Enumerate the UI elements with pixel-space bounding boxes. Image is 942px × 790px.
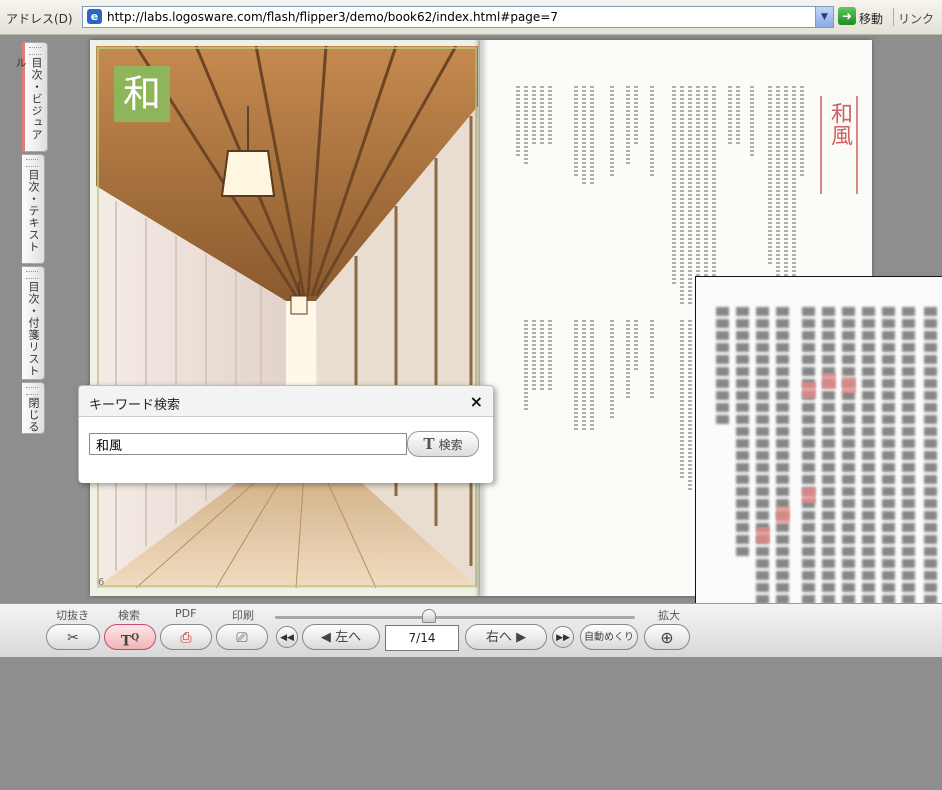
next-page-button[interactable]: 右へ ▶ [465,624,547,650]
section-heading: 和風 [820,96,858,194]
book-page-left[interactable]: 和 6 [90,40,480,596]
toolbar-divider [893,8,894,26]
section-heading-text: 和風 [827,102,852,146]
prev-arrow-icon: ◀ [320,630,331,645]
first-page-icon[interactable]: ◀◀ [276,626,298,648]
search-button-label: 検索 [438,438,463,452]
corridor-illustration [96,46,478,588]
tab-close[interactable]: 閉じる [22,382,45,434]
grip-icon [29,47,41,55]
dialog-title: キーワード検索 [89,398,181,413]
pdf-label: PDF [175,607,197,620]
text-search-icon[interactable]: TQ [104,624,156,650]
search-input[interactable] [89,433,407,455]
scissors-icon[interactable]: ✂ [46,624,100,650]
section-badge: 和 [114,66,170,122]
tab-label: 目次・テキスト [27,169,40,253]
side-tabs: 目次・ビジュアル 目次・テキスト 目次・付箋リスト 閉じる [14,42,48,442]
print-label: 印刷 [232,609,254,622]
page-number: 6 [98,577,105,588]
prev-page-button[interactable]: ◀ 左へ [302,624,380,650]
url-dropdown-icon[interactable]: ▼ [815,6,834,28]
printer-icon[interactable]: ⎚ [216,624,268,650]
links-menu[interactable]: リンク [898,10,934,27]
address-label: アドレス(D) [6,12,73,26]
last-page-icon[interactable]: ▶▶ [552,626,574,648]
next-label: 右へ [485,630,512,645]
text-search-icon: T [423,435,435,453]
go-button[interactable]: 移動 [859,10,883,27]
tab-toc-text[interactable]: 目次・テキスト [22,154,45,264]
search-button[interactable]: T 検索 [407,431,479,457]
slider-thumb[interactable] [422,609,436,623]
tab-label: 目次・ビジュアル [14,57,43,141]
keyword-search-dialog: キーワード検索 × T検索 [78,385,494,483]
url-input[interactable]: e http://labs.logosware.com/flash/flippe… [82,6,834,28]
url-text[interactable]: http://labs.logosware.com/flash/flipper3… [107,10,558,24]
grip-icon [26,387,38,395]
ie-page-icon: e [87,9,102,24]
dialog-body: T検索 [79,416,493,483]
corridor-photo: 和 [96,46,478,588]
next-arrow-icon: ▶ [516,630,527,645]
grip-icon [26,159,38,167]
pdf-icon[interactable]: ⎙ [160,624,212,650]
tab-toc-visual[interactable]: 目次・ビジュアル [14,42,48,152]
viewer-toolbar: 切抜き 検索 PDF 印刷 拡大 ✂ TQ ⎙ ⎚ ◀◀ ◀ 左へ 7/14 右… [0,603,942,657]
page-slider[interactable] [275,616,635,619]
prev-label: 左へ [335,630,362,645]
search-label: 検索 [118,609,140,622]
go-arrow-icon[interactable]: ➜ [838,7,856,25]
tab-label: 閉じる [27,397,40,433]
zoom-in-icon[interactable]: ⊕ [644,624,690,650]
page-indicator[interactable]: 7/14 [385,625,459,651]
tab-label: 目次・付箋リスト [27,281,40,377]
close-icon[interactable]: × [470,392,483,411]
auto-flip-button[interactable]: 自動めくり [580,624,638,650]
book-spine [474,40,488,596]
tab-toc-sticky-list[interactable]: 目次・付箋リスト [22,266,45,380]
address-bar: アドレス(D) e http://labs.logosware.com/flas… [0,0,942,35]
grip-icon [26,271,38,279]
zoom-loupe[interactable] [695,276,942,657]
zoom-label: 拡大 [658,609,680,622]
cut-label: 切抜き [56,609,89,622]
